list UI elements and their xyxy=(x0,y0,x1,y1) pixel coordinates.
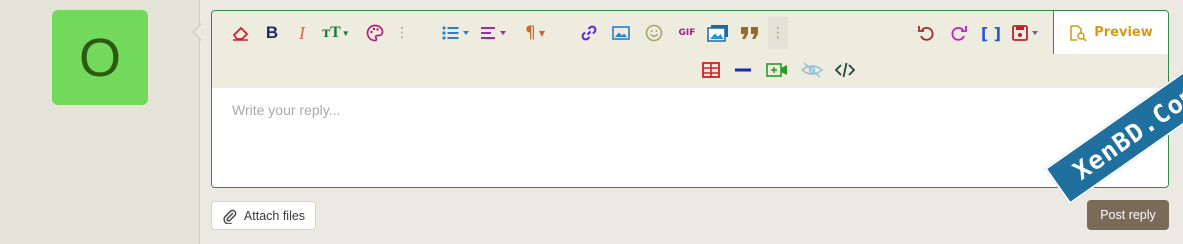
more-icon[interactable]: ⋮ xyxy=(395,21,409,45)
table-icon[interactable] xyxy=(700,58,722,82)
rich-text-editor[interactable]: B I ᴛT ▼ ⋮ ¶ ▼ GIF ⋮ [] Preview Write y… xyxy=(211,10,1169,188)
post-reply-button[interactable]: Post reply xyxy=(1087,200,1169,230)
code-icon[interactable] xyxy=(834,58,856,82)
smiley-icon[interactable] xyxy=(643,21,665,45)
message-arrow-inner xyxy=(194,24,202,40)
preview-label: Preview xyxy=(1094,25,1153,40)
undo-icon[interactable] xyxy=(915,21,937,45)
media-gallery-icon[interactable] xyxy=(706,21,730,45)
bold-icon[interactable]: B xyxy=(262,21,282,45)
align-icon[interactable] xyxy=(480,21,510,45)
font-size-icon[interactable]: ᴛT ▼ xyxy=(320,21,352,45)
drafts-icon[interactable] xyxy=(1010,21,1042,45)
spoiler-icon[interactable] xyxy=(800,58,824,82)
link-icon[interactable] xyxy=(578,21,600,45)
image-icon[interactable] xyxy=(610,21,632,45)
video-icon[interactable] xyxy=(765,58,789,82)
list-icon[interactable] xyxy=(441,21,471,45)
avatar-letter: O xyxy=(78,27,121,88)
quote-icon[interactable] xyxy=(738,21,762,45)
editor-toolbar: B I ᴛT ▼ ⋮ ¶ ▼ GIF ⋮ [] Preview xyxy=(212,11,1168,88)
paragraph-icon[interactable]: ¶ ▼ xyxy=(520,21,550,45)
avatar-column: O xyxy=(0,0,200,244)
paperclip-icon xyxy=(223,209,237,224)
bbcode-icon[interactable]: [ ] xyxy=(980,21,1002,45)
gif-icon[interactable]: GIF xyxy=(675,21,699,45)
preview-button[interactable]: Preview xyxy=(1053,11,1168,54)
preview-icon xyxy=(1070,24,1087,41)
eraser-icon[interactable] xyxy=(230,21,252,45)
attach-files-button[interactable]: Attach files xyxy=(211,201,316,230)
attach-files-label: Attach files xyxy=(243,208,306,223)
redo-icon[interactable] xyxy=(948,21,970,45)
horizontal-line-icon[interactable] xyxy=(732,58,754,82)
avatar[interactable]: O xyxy=(52,10,148,105)
editor-text-area[interactable]: Write your reply... xyxy=(212,88,1168,187)
palette-icon[interactable] xyxy=(364,21,386,45)
more-icon[interactable]: ⋮ xyxy=(768,17,788,49)
post-reply-label: Post reply xyxy=(1100,208,1156,222)
italic-icon[interactable]: I xyxy=(292,21,312,45)
editor-placeholder: Write your reply... xyxy=(232,102,341,118)
